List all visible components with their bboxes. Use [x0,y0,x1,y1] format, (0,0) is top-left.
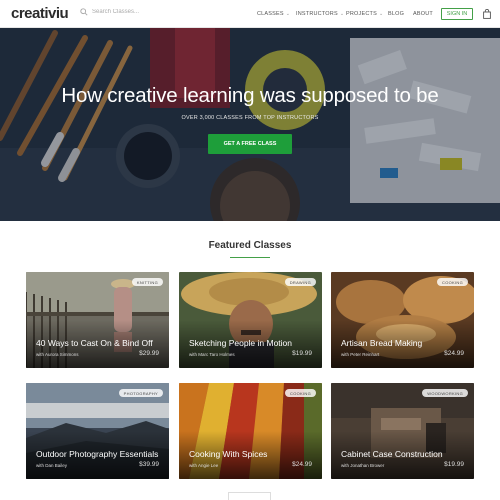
nav-label: INSTRUCTORS [296,11,338,17]
class-title: Cabinet Case Construction [341,449,443,459]
hero-overlay [0,28,500,221]
search-input[interactable] [92,9,172,15]
nav-item-instructors[interactable]: INSTRUCTORS ⌄ [296,0,344,28]
sign-in-button[interactable]: SIGN IN [441,8,473,20]
nav-label: ABOUT [413,11,433,17]
class-instructor: with Marc Taro Holmes [189,352,235,357]
chevron-down-icon: ⌄ [339,11,345,17]
nav-label: PROJECTS [346,11,377,17]
class-price: $24.99 [292,461,312,468]
shopping-bag-icon[interactable] [483,9,491,19]
class-instructor: with Jonathan Brower [341,463,385,468]
class-instructor: with Aurora Simmons [36,352,79,357]
class-card[interactable]: PHOTOGRAPHY Outdoor Photography Essentia… [26,383,169,479]
category-badge: WOODWORKING [422,389,468,397]
nav-label: BLOG [388,11,405,17]
class-instructor: with Angie Lee [189,463,219,468]
chevron-down-icon: ⌄ [378,11,384,17]
hero-title: How creative learning was supposed to be [61,84,439,107]
class-price: $19.99 [444,461,464,468]
nav-item-blog[interactable]: BLOG [388,0,404,28]
nav-item-classes[interactable]: CLASSES ⌄ [257,0,290,28]
chevron-down-icon: ⌄ [285,11,291,17]
class-title: Outdoor Photography Essentials [36,449,159,459]
load-more-button[interactable] [228,492,271,500]
nav-label: CLASSES [257,11,284,17]
category-badge: COOKING [285,389,316,397]
category-badge: PHOTOGRAPHY [118,389,163,397]
class-card[interactable]: COOKING Artisan Bread Making with Peter … [331,272,474,368]
class-card[interactable]: KNITTING 40 Ways to Cast On & Bind Off w… [26,272,169,368]
nav-item-about[interactable]: ABOUT [413,0,433,28]
class-instructor: with Peter Reinhart [341,352,380,357]
featured-classes-heading: Featured Classes [208,240,292,251]
get-free-class-button[interactable]: GET A FREE CLASS [208,134,292,154]
search-bar[interactable] [80,8,172,16]
category-badge: COOKING [437,278,468,286]
class-price: $19.99 [292,350,312,357]
top-navigation-bar: creativiu CLASSES⌄ INSTRUCTORS⌄ PROJECTS… [0,0,500,28]
class-card[interactable]: DRAWING Sketching People in Motion with … [179,272,322,368]
class-title: 40 Ways to Cast On & Bind Off [36,338,153,348]
class-title: Sketching People in Motion [189,338,293,348]
search-icon [80,8,88,16]
class-instructor: with Dan Bailey [36,463,68,468]
category-badge: KNITTING [131,278,163,286]
hero-banner: How creative learning was supposed to be… [0,28,500,221]
class-card[interactable]: COOKING Cooking With Spices with Angie L… [179,383,322,479]
class-price: $24.99 [444,350,464,357]
class-card[interactable]: WOODWORKING Cabinet Case Construction wi… [331,383,474,479]
nav-item-projects[interactable]: PROJECTS ⌄ [346,0,383,28]
heading-underline [230,257,270,258]
class-title: Cooking With Spices [189,449,268,459]
logo[interactable]: creativiu [11,5,69,22]
class-price: $29.99 [139,350,159,357]
class-title: Artisan Bread Making [341,338,423,348]
class-price: $39.99 [139,461,159,468]
category-badge: DRAWING [284,278,316,286]
hero-subtitle: OVER 3,000 CLASSES FROM TOP INSTRUCTORS [181,115,319,121]
